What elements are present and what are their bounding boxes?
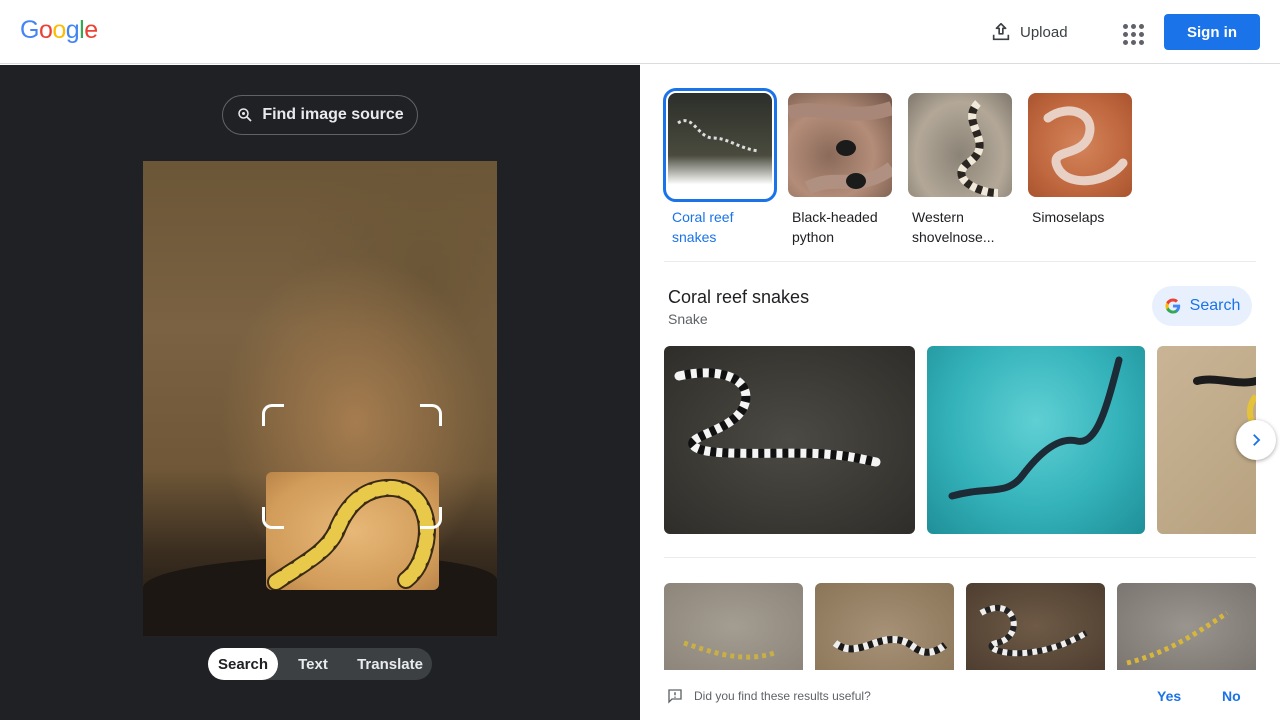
top-bar: Google Upload Sign in [0,0,1280,64]
suggestion-label: Coral reef snakes [672,209,734,245]
feedback-no-button[interactable]: No [1222,688,1241,704]
suggestion-thumbnail [788,93,892,197]
result-image[interactable] [1117,583,1256,670]
crop-handle-top-right[interactable] [420,404,442,426]
query-image-panel: Find image source Search Text Translate [0,65,640,720]
gallery-next-button[interactable] [1236,420,1276,460]
feedback-yes-button[interactable]: Yes [1157,688,1181,704]
suggestion-thumbnail [663,88,777,202]
divider [664,557,1256,558]
upload-label: Upload [1020,23,1068,41]
result-image[interactable] [927,346,1145,534]
result-image[interactable] [664,583,803,670]
entity-title: Coral reef snakes [668,287,810,307]
upload-icon [992,22,1010,41]
divider [664,261,1256,262]
crop-handle-bottom-left[interactable] [262,507,284,529]
google-logo[interactable]: Google [20,16,98,45]
entity-search-button[interactable]: Search [1152,286,1252,326]
suggestion-thumbnail [908,93,1012,197]
find-image-source-button[interactable]: Find image source [222,95,418,135]
crop-handle-top-left[interactable] [262,404,284,426]
suggestion-label: Black-headed python [792,209,878,245]
feedback-question: Did you find these results useful? [694,689,871,703]
suggestion-label: Simoselaps [1032,209,1105,225]
selected-crop-region[interactable] [266,472,439,590]
result-image[interactable] [815,583,954,670]
suggestion-western-shovelnose[interactable]: Western shovelnose... [908,93,1012,247]
apps-grid-icon[interactable] [1118,18,1146,46]
entity-subtitle: Snake [668,311,708,327]
find-image-source-label: Find image source [262,106,404,123]
sign-in-button[interactable]: Sign in [1164,14,1260,50]
suggestion-black-headed-python[interactable]: Black-headed python [788,93,892,247]
result-image[interactable] [966,583,1105,670]
tab-text[interactable]: Text [278,648,348,680]
lens-search-icon [238,108,252,122]
chevron-right-icon [1253,434,1261,446]
crop-handle-bottom-right[interactable] [420,507,442,529]
suggestion-thumbnail [1028,93,1132,197]
mode-switcher: Search Text Translate [208,648,432,680]
suggestion-label: Western shovelnose... [912,209,995,245]
tab-translate[interactable]: Translate [348,648,432,680]
tab-search[interactable]: Search [208,648,278,680]
suggestion-coral-reef-snakes[interactable]: Coral reef snakes [663,88,777,247]
feedback-icon [666,687,684,710]
entity-search-label: Search [1189,297,1241,314]
snake-crop-graphic [267,478,436,590]
google-g-icon [1165,298,1180,314]
upload-button[interactable]: Upload [990,18,1068,46]
result-image[interactable] [664,346,915,534]
suggestion-simoselaps[interactable]: Simoselaps [1028,93,1132,227]
